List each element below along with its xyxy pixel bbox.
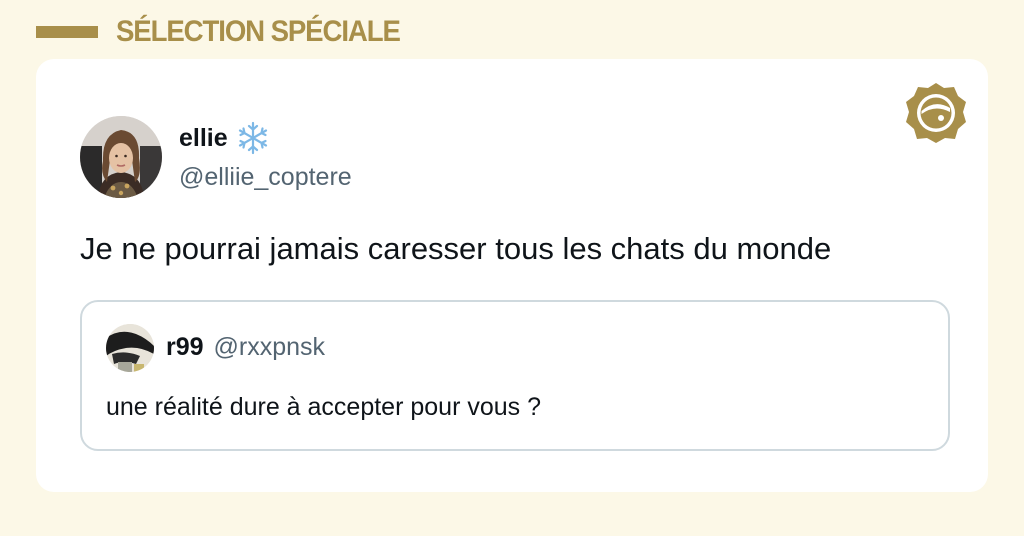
quote-header: r99 @rxxpnsk bbox=[166, 333, 325, 362]
author-handle[interactable]: @elliie_coptere bbox=[179, 163, 352, 192]
quote-author-name[interactable]: r99 bbox=[166, 333, 204, 362]
tweet-card: ellie @elliie_coptere Je ne pourrai jama… bbox=[36, 59, 988, 492]
section-header: SÉLECTION SPÉCIALE bbox=[36, 12, 424, 52]
snowflake-icon bbox=[236, 121, 270, 155]
quote-author-handle[interactable]: @rxxpnsk bbox=[214, 333, 326, 362]
section-title: SÉLECTION SPÉCIALE bbox=[116, 15, 401, 48]
author-name-row: ellie bbox=[179, 121, 270, 155]
brand-logo-icon bbox=[904, 81, 968, 145]
author-avatar[interactable] bbox=[80, 116, 162, 198]
quote-author-avatar[interactable] bbox=[106, 324, 154, 372]
author-name[interactable]: ellie bbox=[179, 124, 228, 153]
tweet-text: Je ne pourrai jamais caresser tous les c… bbox=[80, 231, 832, 266]
quote-text: une réalité dure à accepter pour vous ? bbox=[106, 393, 541, 421]
quoted-tweet[interactable]: r99 @rxxpnsk une réalité dure à accepter… bbox=[80, 300, 950, 451]
header-accent-bar bbox=[36, 26, 98, 38]
